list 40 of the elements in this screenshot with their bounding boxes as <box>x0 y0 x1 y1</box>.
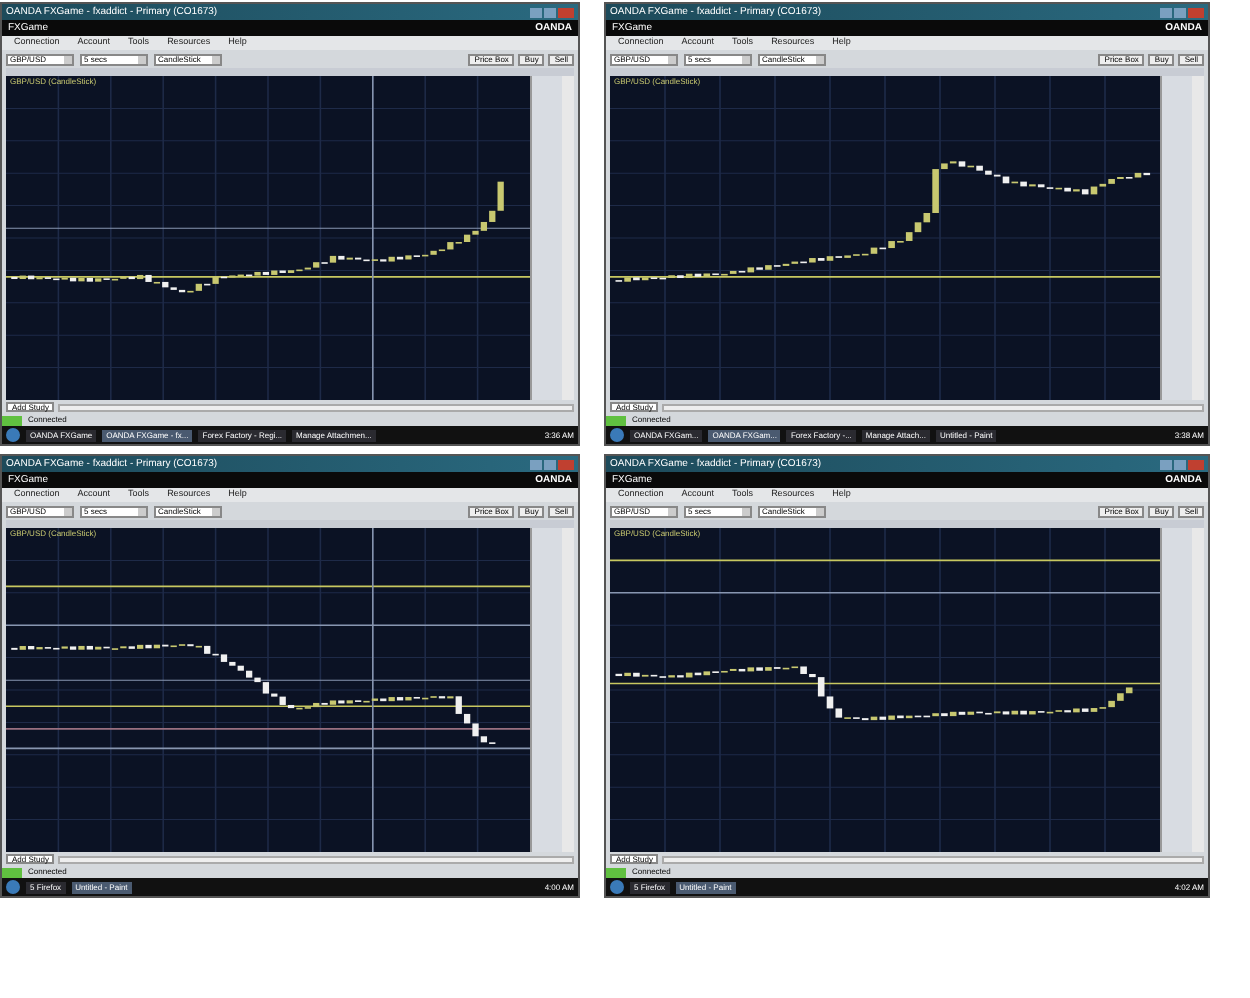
maximize-icon[interactable] <box>544 459 556 469</box>
maximize-icon[interactable] <box>544 7 556 17</box>
caret-icon <box>742 507 750 515</box>
start-button-icon[interactable] <box>6 880 20 894</box>
caret-icon <box>668 55 676 63</box>
connection-indicator-icon <box>2 867 22 877</box>
minimize-icon[interactable] <box>1160 459 1172 469</box>
scrollbar[interactable] <box>562 76 574 400</box>
connection-indicator-icon <box>606 867 626 877</box>
caret-icon <box>742 55 750 63</box>
close-icon[interactable] <box>1188 7 1204 17</box>
connection-indicator-icon <box>2 415 22 425</box>
close-icon[interactable] <box>558 459 574 469</box>
scrollbar[interactable] <box>1192 76 1204 400</box>
minimize-icon[interactable] <box>1160 7 1172 17</box>
horizontal-scrollbar[interactable] <box>662 403 1204 411</box>
close-icon[interactable] <box>1188 459 1204 469</box>
caret-icon <box>212 55 220 63</box>
caret-icon <box>64 507 72 515</box>
start-button-icon[interactable] <box>6 428 20 442</box>
horizontal-scrollbar[interactable] <box>58 855 574 863</box>
scrollbar[interactable] <box>562 528 574 852</box>
close-icon[interactable] <box>558 7 574 17</box>
caret-icon <box>816 507 824 515</box>
minimize-icon[interactable] <box>530 459 542 469</box>
caret-icon <box>212 507 220 515</box>
caret-icon <box>138 55 146 63</box>
caret-icon <box>816 55 824 63</box>
start-button-icon[interactable] <box>610 880 624 894</box>
caret-icon <box>668 507 676 515</box>
horizontal-scrollbar[interactable] <box>662 855 1204 863</box>
minimize-icon[interactable] <box>530 7 542 17</box>
scrollbar[interactable] <box>1192 528 1204 852</box>
maximize-icon[interactable] <box>1174 7 1186 17</box>
horizontal-scrollbar[interactable] <box>58 403 574 411</box>
start-button-icon[interactable] <box>610 428 624 442</box>
caret-icon <box>138 507 146 515</box>
connection-indicator-icon <box>606 415 626 425</box>
maximize-icon[interactable] <box>1174 459 1186 469</box>
caret-icon <box>64 55 72 63</box>
